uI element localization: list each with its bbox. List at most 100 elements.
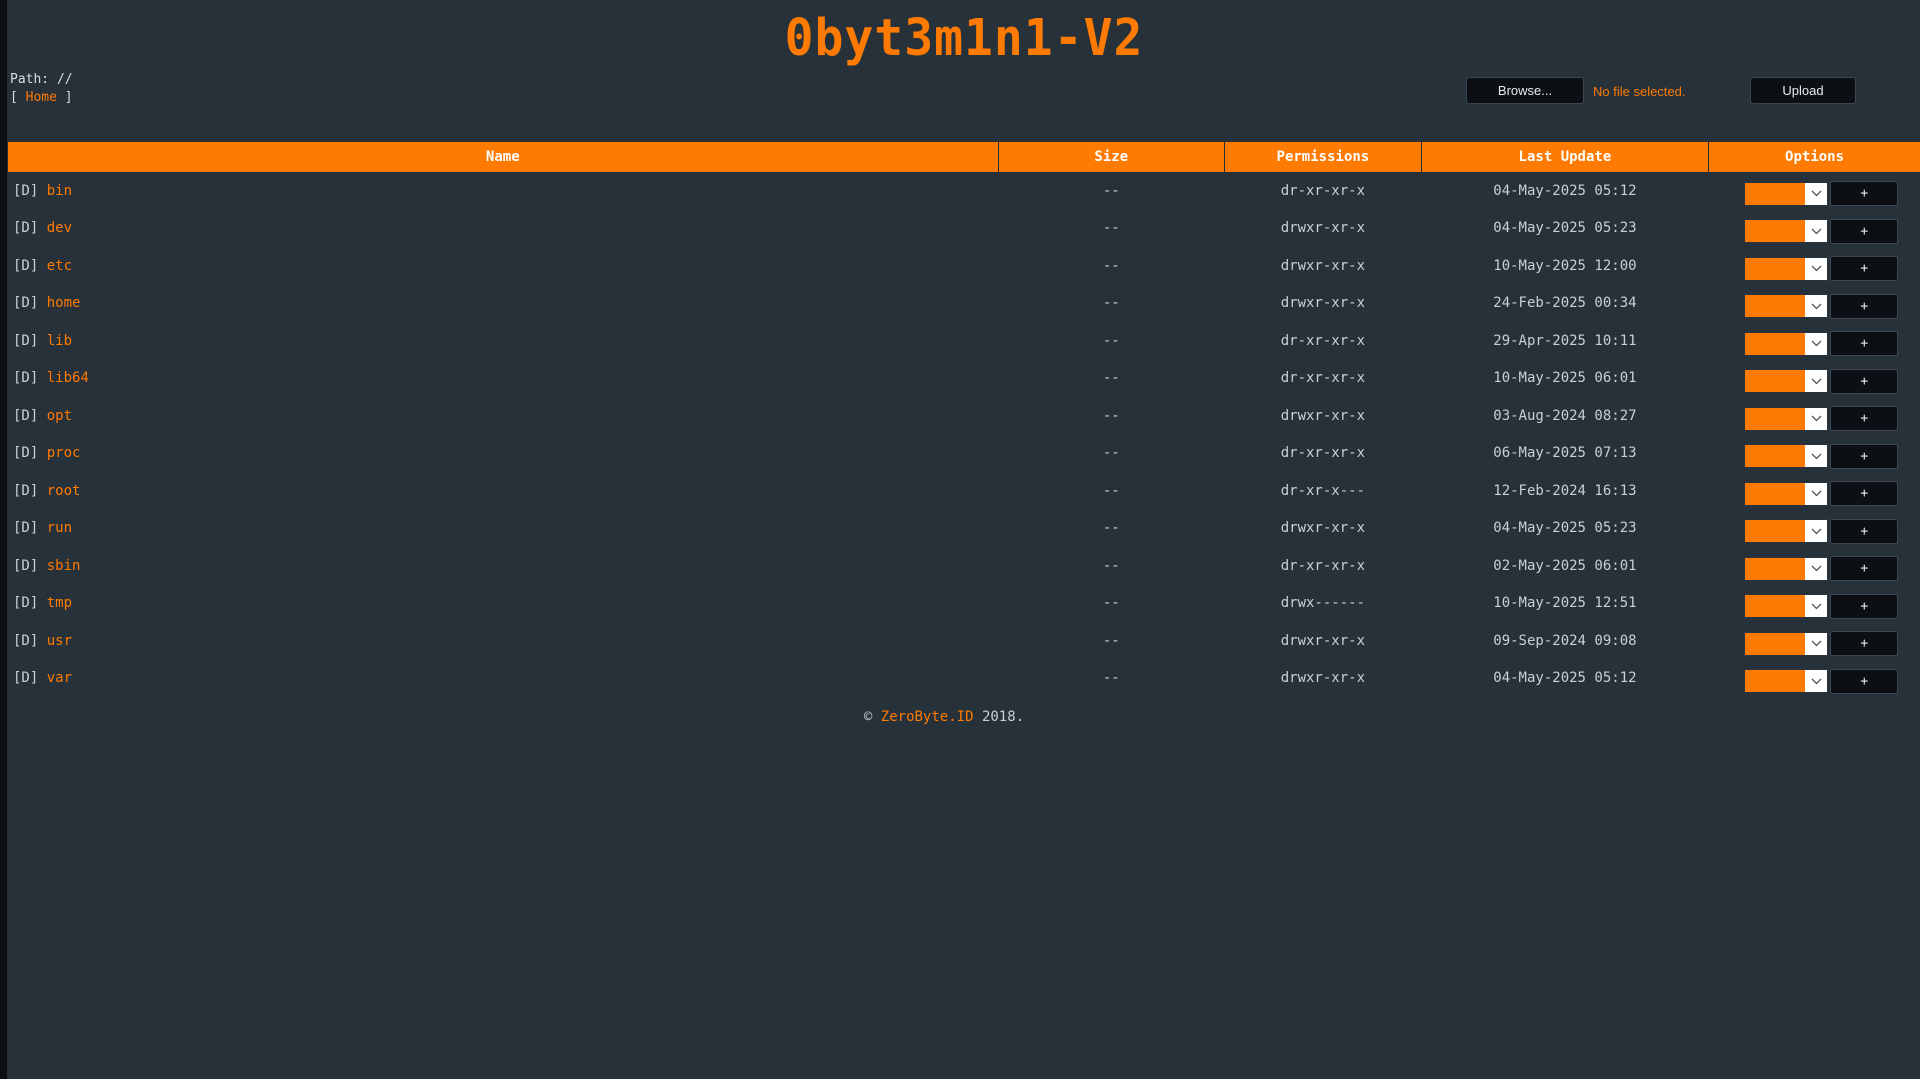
- permissions-cell[interactable]: drwxr-xr-x: [1225, 285, 1422, 323]
- action-select[interactable]: [1744, 444, 1829, 469]
- directory-link[interactable]: dev: [47, 220, 72, 236]
- directory-tag: [D]: [13, 257, 39, 274]
- last-update-cell: 03-Aug-2024 08:27: [1493, 407, 1637, 424]
- footer-brand-link[interactable]: ZeroByte.ID: [881, 709, 974, 725]
- table-row: [D] bin -- dr-xr-xr-x 04-May-2025 05:12 +: [8, 172, 1920, 210]
- header-last-update[interactable]: Last Update: [1421, 142, 1710, 172]
- directory-link[interactable]: lib64: [47, 370, 89, 386]
- action-select[interactable]: [1744, 256, 1829, 281]
- directory-tag: [D]: [13, 332, 39, 349]
- size-cell: --: [1102, 445, 1120, 462]
- options-controls: +: [1709, 443, 1920, 469]
- name-cell: [D] etc: [8, 247, 998, 285]
- options-controls: +: [1709, 331, 1920, 357]
- directory-link[interactable]: run: [47, 520, 72, 536]
- action-go-button[interactable]: +: [1830, 368, 1899, 394]
- action-go-button[interactable]: +: [1830, 593, 1899, 619]
- table-row: [D] run -- drwxr-xr-x 04-May-2025 05:23 +: [8, 510, 1920, 548]
- size-cell: --: [1102, 220, 1120, 237]
- permissions-cell[interactable]: drwxr-xr-x: [1225, 622, 1422, 660]
- size-cell: --: [1102, 632, 1120, 649]
- name-cell: [D] tmp: [8, 585, 998, 623]
- name-cell: [D] home: [8, 285, 998, 323]
- action-select[interactable]: [1744, 331, 1829, 356]
- permissions-cell[interactable]: drwxr-xr-x: [1225, 660, 1422, 698]
- name-cell: [D] usr: [8, 622, 998, 660]
- name-cell: [D] var: [8, 660, 998, 698]
- table-row: [D] root -- dr-xr-x--- 12-Feb-2024 16:13 +: [8, 472, 1920, 510]
- directory-link[interactable]: opt: [47, 408, 72, 424]
- chevron-down-icon: [1805, 220, 1828, 243]
- options-controls: +: [1709, 518, 1920, 544]
- action-go-button[interactable]: +: [1830, 256, 1899, 282]
- options-controls: +: [1709, 293, 1920, 319]
- header-permissions[interactable]: Permissions: [1224, 142, 1422, 172]
- action-go-button[interactable]: +: [1830, 406, 1899, 432]
- upload-button[interactable]: Upload: [1750, 77, 1856, 104]
- directory-link[interactable]: root: [47, 483, 81, 499]
- directory-link[interactable]: sbin: [47, 558, 81, 574]
- options-cell: +: [1709, 435, 1920, 473]
- permissions-cell[interactable]: dr-xr-xr-x: [1225, 360, 1422, 398]
- permissions-cell[interactable]: dr-xr-xr-x: [1225, 322, 1422, 360]
- last-update-cell: 04-May-2025 05:12: [1493, 670, 1637, 687]
- directory-link[interactable]: bin: [47, 183, 72, 199]
- window-left-edge: [0, 0, 7, 1079]
- permissions-cell[interactable]: dr-xr-xr-x: [1225, 172, 1422, 210]
- directory-link[interactable]: etc: [47, 258, 72, 274]
- permissions-cell[interactable]: drwxr-xr-x: [1225, 210, 1422, 248]
- action-select[interactable]: [1744, 219, 1829, 244]
- permissions-cell[interactable]: dr-xr-xr-x: [1225, 547, 1422, 585]
- action-go-button[interactable]: +: [1830, 518, 1899, 544]
- action-select[interactable]: [1744, 294, 1829, 319]
- action-go-button[interactable]: +: [1830, 181, 1899, 207]
- last-update-cell: 10-May-2025 12:00: [1493, 257, 1637, 274]
- name-cell: [D] sbin: [8, 547, 998, 585]
- action-select[interactable]: [1744, 556, 1829, 581]
- directory-link[interactable]: usr: [47, 633, 72, 649]
- action-select[interactable]: [1744, 181, 1829, 206]
- action-select[interactable]: [1744, 594, 1829, 619]
- directory-link[interactable]: proc: [47, 445, 81, 461]
- action-select[interactable]: [1744, 406, 1829, 431]
- action-go-button[interactable]: +: [1830, 218, 1899, 244]
- options-cell: +: [1709, 585, 1920, 623]
- header-name[interactable]: Name: [8, 142, 999, 172]
- action-select[interactable]: [1744, 669, 1829, 694]
- permissions-cell[interactable]: drwxr-xr-x: [1225, 247, 1422, 285]
- directory-link[interactable]: tmp: [47, 595, 72, 611]
- options-controls: +: [1709, 218, 1920, 244]
- directory-link[interactable]: var: [47, 670, 72, 686]
- options-controls: +: [1709, 256, 1920, 282]
- table-row: [D] lib -- dr-xr-xr-x 29-Apr-2025 10:11 +: [8, 322, 1920, 360]
- action-go-button[interactable]: +: [1830, 668, 1899, 694]
- directory-link[interactable]: lib: [47, 333, 72, 349]
- action-go-button[interactable]: +: [1830, 556, 1899, 582]
- header-size[interactable]: Size: [998, 142, 1226, 172]
- directory-tag: [D]: [13, 407, 39, 424]
- permissions-cell[interactable]: dr-xr-xr-x: [1225, 435, 1422, 473]
- options-cell: +: [1709, 510, 1920, 548]
- chevron-down-icon: [1805, 445, 1828, 468]
- browse-button[interactable]: Browse...: [1466, 77, 1584, 104]
- action-go-button[interactable]: +: [1830, 481, 1899, 507]
- permissions-cell[interactable]: drwx------: [1225, 585, 1422, 623]
- permissions-cell[interactable]: drwxr-xr-x: [1225, 397, 1422, 435]
- action-go-button[interactable]: +: [1830, 293, 1899, 319]
- home-link[interactable]: Home: [26, 90, 57, 105]
- permissions-cell[interactable]: dr-xr-x---: [1225, 472, 1422, 510]
- chevron-down-icon: [1805, 632, 1828, 655]
- permissions-cell[interactable]: drwxr-xr-x: [1225, 510, 1422, 548]
- action-select[interactable]: [1744, 631, 1829, 656]
- directory-link[interactable]: home: [47, 295, 81, 311]
- footer-year: 2018.: [981, 709, 1025, 725]
- copyright-symbol: ©: [863, 709, 873, 725]
- action-select[interactable]: [1744, 481, 1829, 506]
- options-cell: +: [1709, 322, 1920, 360]
- last-update-cell: 04-May-2025 05:23: [1493, 220, 1637, 237]
- action-select[interactable]: [1744, 369, 1829, 394]
- action-select[interactable]: [1744, 519, 1829, 544]
- action-go-button[interactable]: +: [1830, 443, 1899, 469]
- action-go-button[interactable]: +: [1830, 331, 1899, 357]
- action-go-button[interactable]: +: [1830, 631, 1899, 657]
